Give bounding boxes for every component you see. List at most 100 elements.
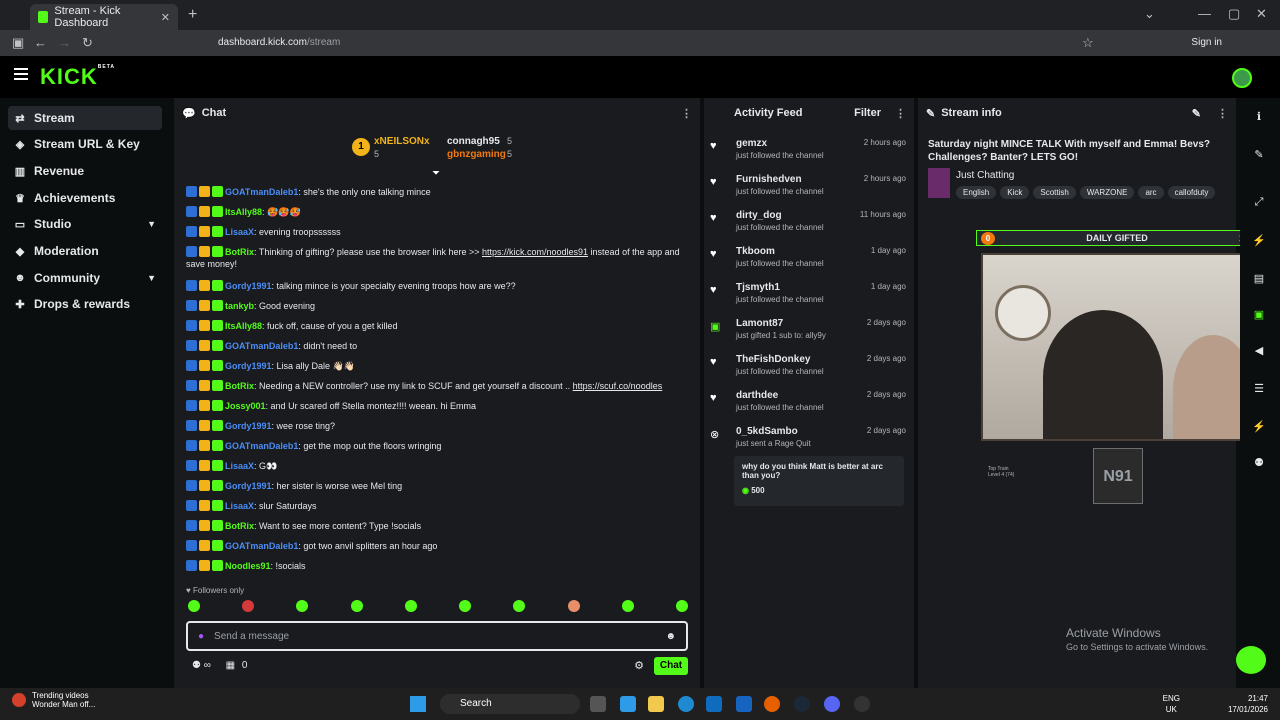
favorite-star-icon[interactable]: ☆ [1082,35,1094,51]
chat-username[interactable]: Gordy1991 [225,361,272,371]
sidebar-item-studio[interactable]: ▭ Studio ▼ [8,212,162,236]
filter-button[interactable]: Filter [854,107,881,119]
pen-icon[interactable]: ✎ [1252,148,1266,161]
chat-username[interactable]: LisaaX [225,501,254,511]
clock[interactable]: 21:47 17/01/2026 [1228,693,1268,715]
sidebar-item-achievements[interactable]: ♛ Achievements [8,186,162,210]
tab-list-icon[interactable]: ⌄ [1144,6,1155,22]
settings-gear-icon[interactable]: ⚙ [634,659,644,672]
emote-icon[interactable] [404,600,417,612]
chat-username[interactable]: Noodles91 [225,561,271,571]
outlook-icon[interactable] [736,696,752,712]
taskbar-search[interactable]: Search [440,694,580,714]
reload-icon[interactable]: ↻ [82,35,93,51]
third-name[interactable]: gbnzgaming [447,149,506,160]
chat-username[interactable]: LisaaX [225,461,254,471]
chat-username[interactable]: Gordy1991 [225,421,272,431]
chat-message-input[interactable]: ● Send a message ☻ [186,621,688,651]
edit-icon[interactable]: ✎ [1192,107,1201,120]
kick-logo[interactable]: KICKBETA [40,64,115,90]
chat-username[interactable]: GOATmanDaleb1 [225,441,298,451]
more-options-icon[interactable]: ⋮ [1217,107,1228,120]
emoji-icon[interactable]: ☻ [665,631,676,642]
tag[interactable]: arc [1138,186,1164,199]
firefox-icon[interactable] [764,696,780,712]
forward-icon[interactable]: → [58,35,71,50]
store-app-icon[interactable] [706,696,722,712]
emote-icon[interactable] [621,600,634,612]
close-tab-icon[interactable]: ✕ [161,11,170,24]
news-widget[interactable]: Trending videos Wonder Man off... [12,691,95,709]
expand-icon[interactable]: ⤢ [1252,196,1266,209]
sidebar-item-stream-url-key[interactable]: ◈ Stream URL & Key [8,132,162,156]
chat-username[interactable]: LisaaX [225,227,254,237]
sign-in-button[interactable]: Sign in [1191,37,1222,48]
sidebar-item-stream[interactable]: ⇄ Stream [8,106,162,130]
language-indicator[interactable]: ENG UK [1163,693,1180,715]
chat-username[interactable]: ItsAlly88 [225,207,262,217]
more-options-icon[interactable]: ⋮ [895,107,906,120]
people-icon[interactable]: ⚉ [1252,456,1266,469]
address-bar[interactable]: dashboard.kick.com/stream [180,33,1100,53]
collapse-icon[interactable]: ⏷ [432,168,440,179]
tag[interactable]: callofduty [1167,186,1216,199]
explorer-icon[interactable] [648,696,664,712]
taskview-icon[interactable] [590,696,606,712]
user-avatar[interactable] [1232,68,1252,88]
microphone-icon[interactable]: ● [198,631,204,642]
discord-icon[interactable] [824,696,840,712]
steam-icon[interactable] [794,696,810,712]
sidebar-item-drops-rewards[interactable]: ✚ Drops & rewards [8,292,162,316]
tag[interactable]: Scottish [1033,186,1076,199]
tag[interactable]: Kick [1000,186,1030,199]
chat-username[interactable]: GOATmanDaleb1 [225,187,298,197]
chat-username[interactable]: Gordy1991 [225,281,272,291]
back-icon[interactable]: ← [34,35,47,50]
maximize-icon[interactable]: ▢ [1228,6,1240,22]
emote-icon[interactable] [513,600,526,612]
sidebar-item-community[interactable]: ☻ Community ▼ [8,266,162,290]
emote-icon[interactable] [188,600,200,612]
emote-icon[interactable] [675,600,688,612]
emote-icon[interactable] [296,600,309,612]
new-tab-icon[interactable]: + [188,6,197,24]
audio-icon[interactable]: ◀ [1252,344,1266,357]
emote-icon[interactable] [242,600,255,612]
chat-link[interactable]: https://scuf.co/noodles [573,381,663,391]
chat-username[interactable]: tankyb [225,301,254,311]
tag[interactable]: English [956,186,997,199]
more-options-icon[interactable]: ⋮ [681,107,692,120]
browser-tab[interactable]: Stream - Kick Dashboard ✕ [30,4,178,30]
chat-username[interactable]: Jossy001 [225,401,266,411]
layout-icon[interactable]: ▤ [1252,272,1266,285]
chat-username[interactable]: GOATmanDaleb1 [225,541,298,551]
toggle-icon[interactable]: ▣ [1252,308,1266,321]
close-window-icon[interactable]: ✕ [1256,6,1267,22]
chat-username[interactable]: ItsAlly88 [225,321,262,331]
chat-username[interactable]: BotRix [225,521,254,531]
sidebar-item-moderation[interactable]: ◆ Moderation [8,239,162,263]
support-chat-icon[interactable] [1236,646,1266,674]
emote-icon[interactable] [567,600,580,612]
send-chat-button[interactable]: Chat [654,657,688,675]
lightning-icon[interactable]: ⚡ [1252,234,1266,247]
tag[interactable]: WARZONE [1079,186,1135,199]
info-icon[interactable]: ℹ [1252,110,1266,123]
emote-icon[interactable] [459,600,472,612]
users-icon[interactable]: ⚉ ∞ [192,660,211,671]
emote-icon[interactable] [350,600,363,612]
menu-icon[interactable] [14,68,28,80]
second-name[interactable]: connagh95 [447,136,500,147]
store-icon[interactable]: ▦ [226,660,235,671]
chat-username[interactable]: Gordy1991 [225,481,272,491]
list-icon[interactable]: ☰ [1252,382,1266,395]
edge-icon[interactable] [678,696,694,712]
chat-username[interactable]: GOATmanDaleb1 [225,341,298,351]
sidebar-toggle-icon[interactable]: ▣ [12,35,24,51]
chat-link[interactable]: https://kick.com/noodles91 [482,247,588,257]
stream-category[interactable]: Just Chatting [956,170,1014,181]
sidebar-item-revenue[interactable]: ▥ Revenue [8,159,162,183]
chat-username[interactable]: BotRix [225,381,254,391]
windows-start-icon[interactable] [410,696,426,712]
leader-name[interactable]: xNEILSONx [374,136,430,147]
